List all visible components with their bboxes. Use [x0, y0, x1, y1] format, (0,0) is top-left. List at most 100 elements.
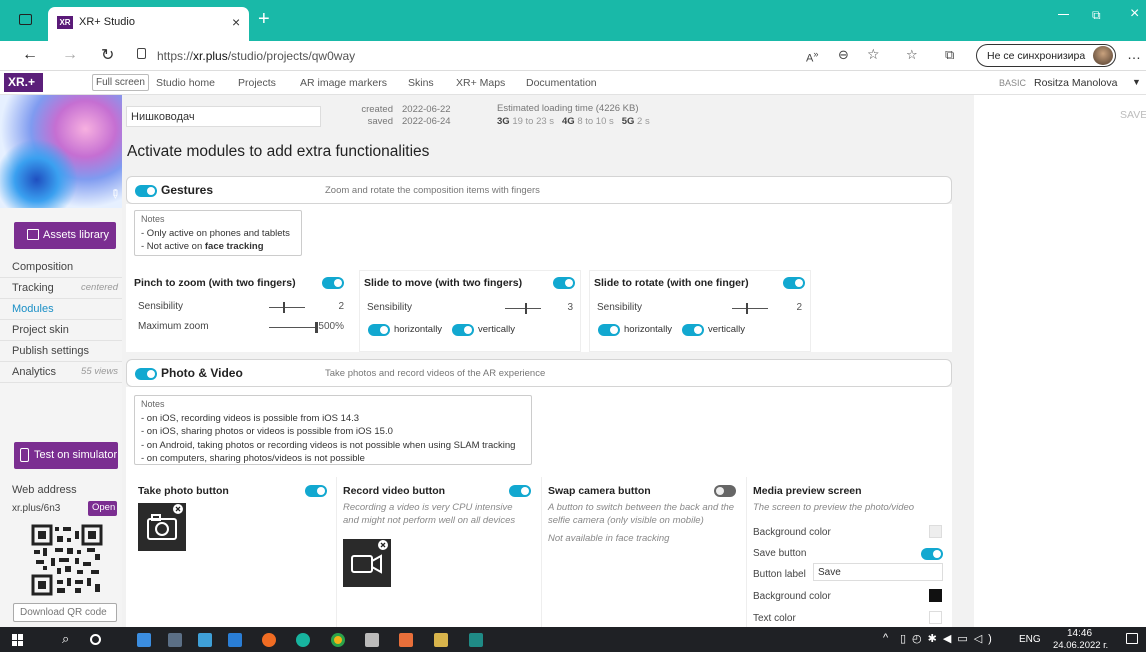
edge-legacy-icon[interactable]	[137, 633, 151, 647]
download-qr-button[interactable]: Download QR code	[13, 603, 117, 622]
nav-skins[interactable]: Skins	[408, 77, 434, 89]
fullscreen-button[interactable]: Full screen	[92, 74, 149, 91]
restore-icon[interactable]: ⧉	[1092, 8, 1101, 23]
file-explorer-icon[interactable]	[198, 633, 212, 647]
clock-date[interactable]: 24.06.2022 г.	[1053, 640, 1108, 651]
nav-studio-home[interactable]: Studio home	[156, 77, 215, 89]
text-color-swatch[interactable]	[929, 611, 942, 624]
back-icon[interactable]: ←	[22, 46, 38, 64]
button-label-input[interactable]: Save	[813, 563, 943, 581]
menu-analytics[interactable]: Analytics 55 views	[0, 362, 122, 383]
close-window-icon[interactable]: ×	[1130, 5, 1139, 23]
media-player-icon[interactable]	[399, 633, 413, 647]
pinch-sensibility-slider[interactable]	[269, 302, 305, 313]
photo-button-preview[interactable]	[138, 503, 186, 551]
nav-documentation[interactable]: Documentation	[526, 77, 597, 89]
language-indicator[interactable]: ENG	[1019, 634, 1041, 645]
photo-video-section-header[interactable]: Photo & Video Take photos and record vid…	[126, 359, 952, 387]
slide-move-toggle[interactable]	[553, 277, 575, 289]
test-simulator-button[interactable]: Test on simulator	[14, 442, 118, 469]
slider-knob[interactable]	[746, 303, 748, 314]
user-menu-chevron-icon[interactable]: ▼	[1132, 77, 1141, 87]
paint-icon[interactable]	[228, 633, 242, 647]
windows-start-icon[interactable]	[12, 634, 24, 646]
more-menu-icon[interactable]: …	[1127, 46, 1141, 62]
search-icon[interactable]: ⌕	[62, 631, 69, 647]
notifications-icon[interactable]	[1126, 633, 1138, 644]
slide-horizontal-label: horizontally	[394, 324, 443, 335]
menu-publish-settings[interactable]: Publish settings	[0, 341, 122, 362]
tray-icons[interactable]: ▯◴✱◀▭◁)	[900, 632, 998, 645]
media-preview-title: Media preview screen	[753, 485, 862, 497]
menu-composition[interactable]: Composition	[0, 257, 122, 278]
slider-knob[interactable]	[525, 303, 527, 314]
inkscape-icon[interactable]	[365, 633, 379, 647]
chrome-icon[interactable]	[331, 633, 345, 647]
save-button-toggle[interactable]	[921, 548, 943, 560]
cortana-icon[interactable]	[90, 634, 101, 645]
menu-project-skin[interactable]: Project skin	[0, 320, 122, 341]
calculator-icon[interactable]	[168, 633, 182, 647]
publisher-icon[interactable]	[469, 633, 483, 647]
sync-profile-button[interactable]: Не се синхронизира	[976, 44, 1116, 67]
slide-rotate-toggle[interactable]	[783, 277, 805, 289]
rotate-vertical-toggle[interactable]	[682, 324, 704, 336]
project-thumbnail[interactable]	[0, 95, 122, 208]
menu-modules[interactable]: Modules	[0, 299, 122, 320]
image-icon	[27, 229, 39, 240]
take-photo-toggle[interactable]	[305, 485, 327, 497]
new-tab-icon[interactable]: +	[258, 8, 270, 31]
zoom-icon[interactable]: ⊖	[838, 47, 849, 63]
nav-ar-image-markers[interactable]: AR image markers	[300, 77, 387, 89]
app-logo[interactable]: XR.+	[4, 73, 43, 92]
nav-xr-maps[interactable]: XR+ Maps	[456, 77, 505, 89]
analytics-views: 55 views	[81, 366, 118, 377]
browser-tab[interactable]: XR XR+ Studio ×	[48, 7, 249, 41]
created-label: created	[361, 104, 393, 115]
slide-vertical-toggle[interactable]	[452, 324, 474, 336]
rotate-sensibility-slider[interactable]	[732, 303, 768, 314]
saved-date: 2022-06-24	[402, 116, 451, 127]
video-camera-icon	[351, 540, 388, 574]
video-button-preview[interactable]	[343, 539, 391, 587]
photo-video-description: Take photos and record videos of the AR …	[325, 368, 546, 379]
gestures-toggle[interactable]	[135, 185, 157, 197]
reload-icon[interactable]: ↻	[101, 45, 114, 65]
assets-library-button[interactable]: Assets library	[14, 222, 116, 249]
save-bg-color-swatch[interactable]	[929, 589, 942, 602]
pinch-zoom-toggle[interactable]	[322, 277, 344, 289]
read-aloud-icon[interactable]: A»	[806, 49, 818, 65]
app-icon[interactable]	[434, 633, 448, 647]
minimize-icon[interactable]	[1058, 14, 1069, 15]
photo-video-title: Photo & Video	[161, 366, 243, 380]
tray-chevron-icon[interactable]: ^	[883, 632, 888, 644]
user-menu[interactable]: Rositza Manolova	[1034, 77, 1117, 89]
slider-knob[interactable]	[283, 302, 285, 313]
nav-projects[interactable]: Projects	[238, 77, 276, 89]
collections-icon[interactable]: ⧉	[945, 47, 954, 63]
web-address-value[interactable]: xr.plus/6n3	[12, 503, 60, 514]
favorites-icon[interactable]: ☆	[906, 47, 918, 63]
url-field[interactable]: https://xr.plus/studio/projects/qw0way	[157, 49, 355, 63]
gestures-section-header[interactable]: Gestures Zoom and rotate the composition…	[126, 176, 952, 204]
rotate-horizontal-toggle[interactable]	[598, 324, 620, 336]
photo-video-toggle[interactable]	[135, 368, 157, 380]
test-simulator-label: Test on simulator	[34, 449, 118, 461]
menu-tracking[interactable]: Tracking centered	[0, 278, 122, 299]
slide-horizontal-toggle[interactable]	[368, 324, 390, 336]
forward-icon[interactable]: →	[62, 46, 78, 64]
favorite-add-icon[interactable]: ☆	[867, 46, 880, 63]
swap-camera-note: A button to switch between the back and …	[548, 502, 735, 526]
clock-time[interactable]: 14:46	[1067, 628, 1092, 639]
firefox-icon[interactable]	[262, 633, 276, 647]
tab-close-icon[interactable]: ×	[232, 14, 240, 30]
record-video-toggle[interactable]	[509, 485, 531, 497]
edge-icon[interactable]	[296, 633, 310, 647]
open-button[interactable]: Open	[88, 501, 117, 516]
preview-bg-color-swatch[interactable]	[929, 525, 942, 538]
saved-label: saved	[367, 116, 393, 127]
save-button[interactable]: SAVE	[1120, 109, 1146, 121]
swap-camera-toggle[interactable]	[714, 485, 736, 497]
browser-menu-icon[interactable]	[19, 14, 32, 25]
project-name-field[interactable]: Нишководач	[126, 106, 321, 127]
